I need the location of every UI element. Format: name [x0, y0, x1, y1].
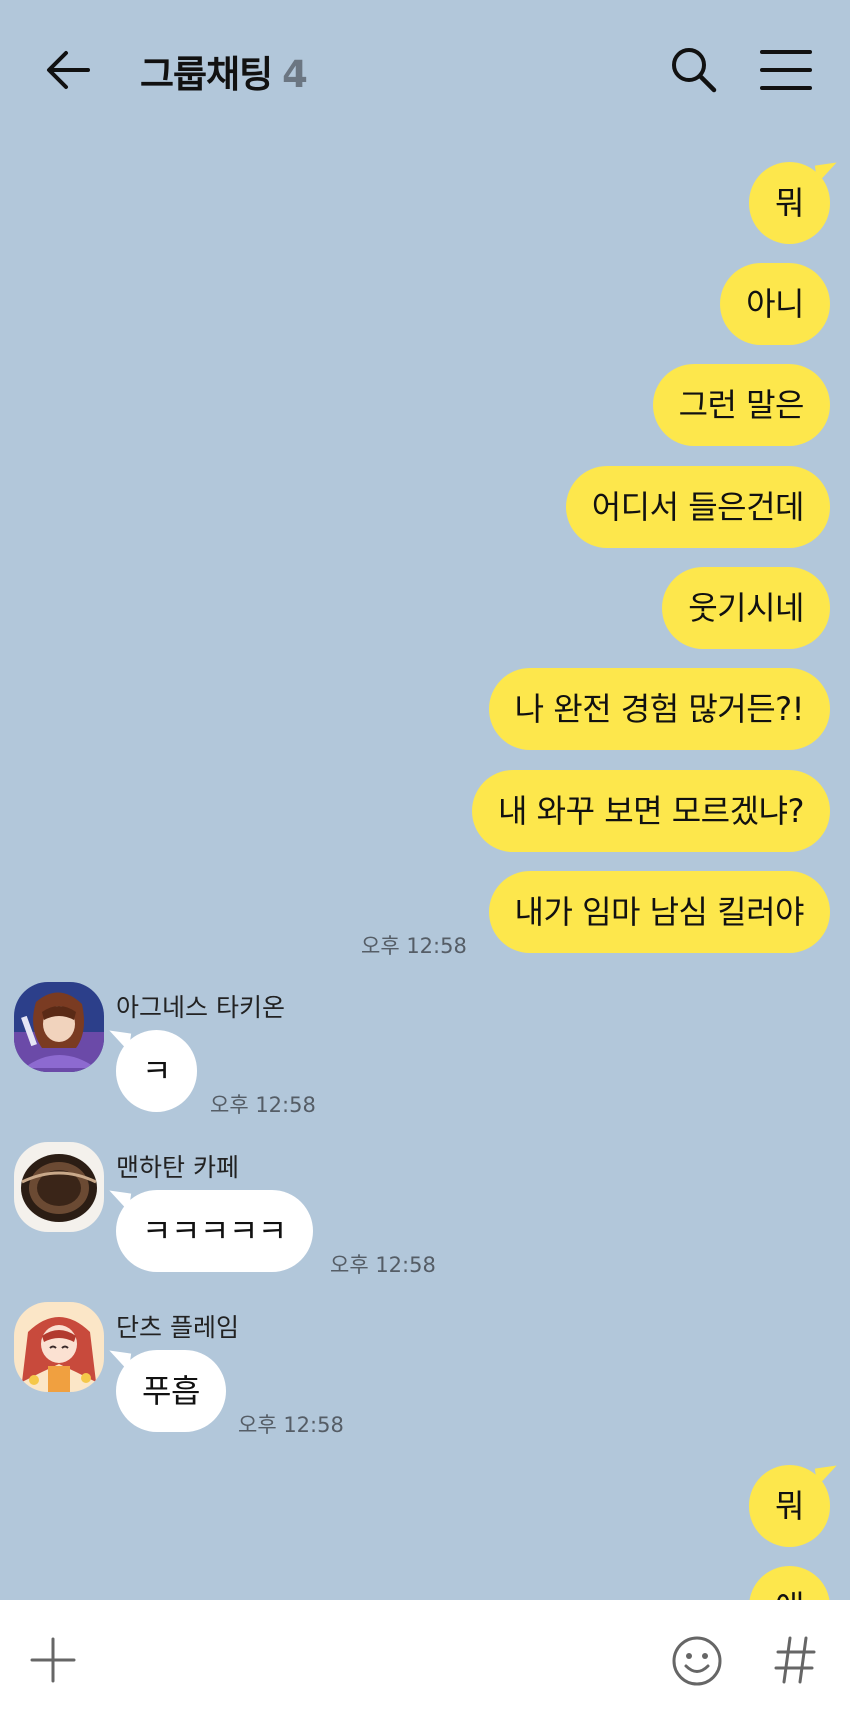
search-icon — [672, 48, 717, 93]
my-message-bubble[interactable]: 어디서 들은건데 — [565, 466, 830, 548]
search-button[interactable] — [664, 40, 724, 100]
sender-name: 맨하탄 카페 — [116, 1153, 239, 1182]
emoji-button[interactable] — [670, 1634, 724, 1688]
avatar[interactable] — [14, 982, 104, 1072]
message-time: 오후 12:58 — [361, 934, 467, 958]
member-count: 4 — [282, 53, 308, 96]
chat-input-bar — [0, 1600, 850, 1713]
avatar-image — [14, 1302, 104, 1392]
back-button[interactable] — [40, 42, 96, 98]
avatar-image — [14, 982, 104, 1072]
my-message-bubble[interactable]: 그런 말은 — [652, 364, 830, 446]
chat-header: 그룹채팅 4 — [0, 0, 850, 135]
avatar[interactable] — [14, 1142, 104, 1232]
plus-icon — [30, 1637, 76, 1683]
my-message-bubble[interactable]: 내가 임마 남심 킬러야 — [488, 871, 830, 953]
emoji-icon — [672, 1636, 722, 1686]
message-time: 오후 12:58 — [210, 1093, 316, 1117]
my-message-bubble[interactable]: 웃기시네 — [662, 567, 830, 649]
my-message-bubble[interactable]: 아니 — [720, 263, 830, 345]
attach-button[interactable] — [28, 1635, 78, 1685]
other-message-bubble[interactable]: ㅋ — [116, 1030, 197, 1112]
avatar-image — [14, 1142, 104, 1232]
sender-name: 단츠 플레임 — [116, 1313, 239, 1342]
other-message-bubble[interactable]: 푸흡 — [116, 1350, 226, 1432]
hamburger-menu-icon — [760, 50, 812, 90]
arrow-left-icon — [47, 51, 90, 89]
chat-title-text: 그룹채팅 — [140, 53, 273, 96]
my-message-bubble[interactable]: 뭐 — [749, 1465, 830, 1547]
my-message-bubble[interactable]: 내 와꾸 보면 모르겠냐? — [472, 770, 830, 852]
other-message-bubble[interactable]: ㅋㅋㅋㅋㅋ — [116, 1190, 313, 1272]
hashtag-button[interactable] — [770, 1632, 820, 1688]
sender-name: 아그네스 타키온 — [116, 993, 285, 1022]
message-time: 오후 12:58 — [330, 1253, 436, 1277]
avatar[interactable] — [14, 1302, 104, 1392]
chat-title: 그룹채팅 4 — [140, 44, 308, 98]
my-message-bubble[interactable]: 뭐 — [749, 162, 830, 244]
message-time: 오후 12:58 — [238, 1413, 344, 1437]
hash-icon — [774, 1636, 816, 1684]
menu-button[interactable] — [756, 42, 816, 98]
my-message-bubble[interactable]: 나 완전 경험 많거든?! — [488, 668, 830, 750]
